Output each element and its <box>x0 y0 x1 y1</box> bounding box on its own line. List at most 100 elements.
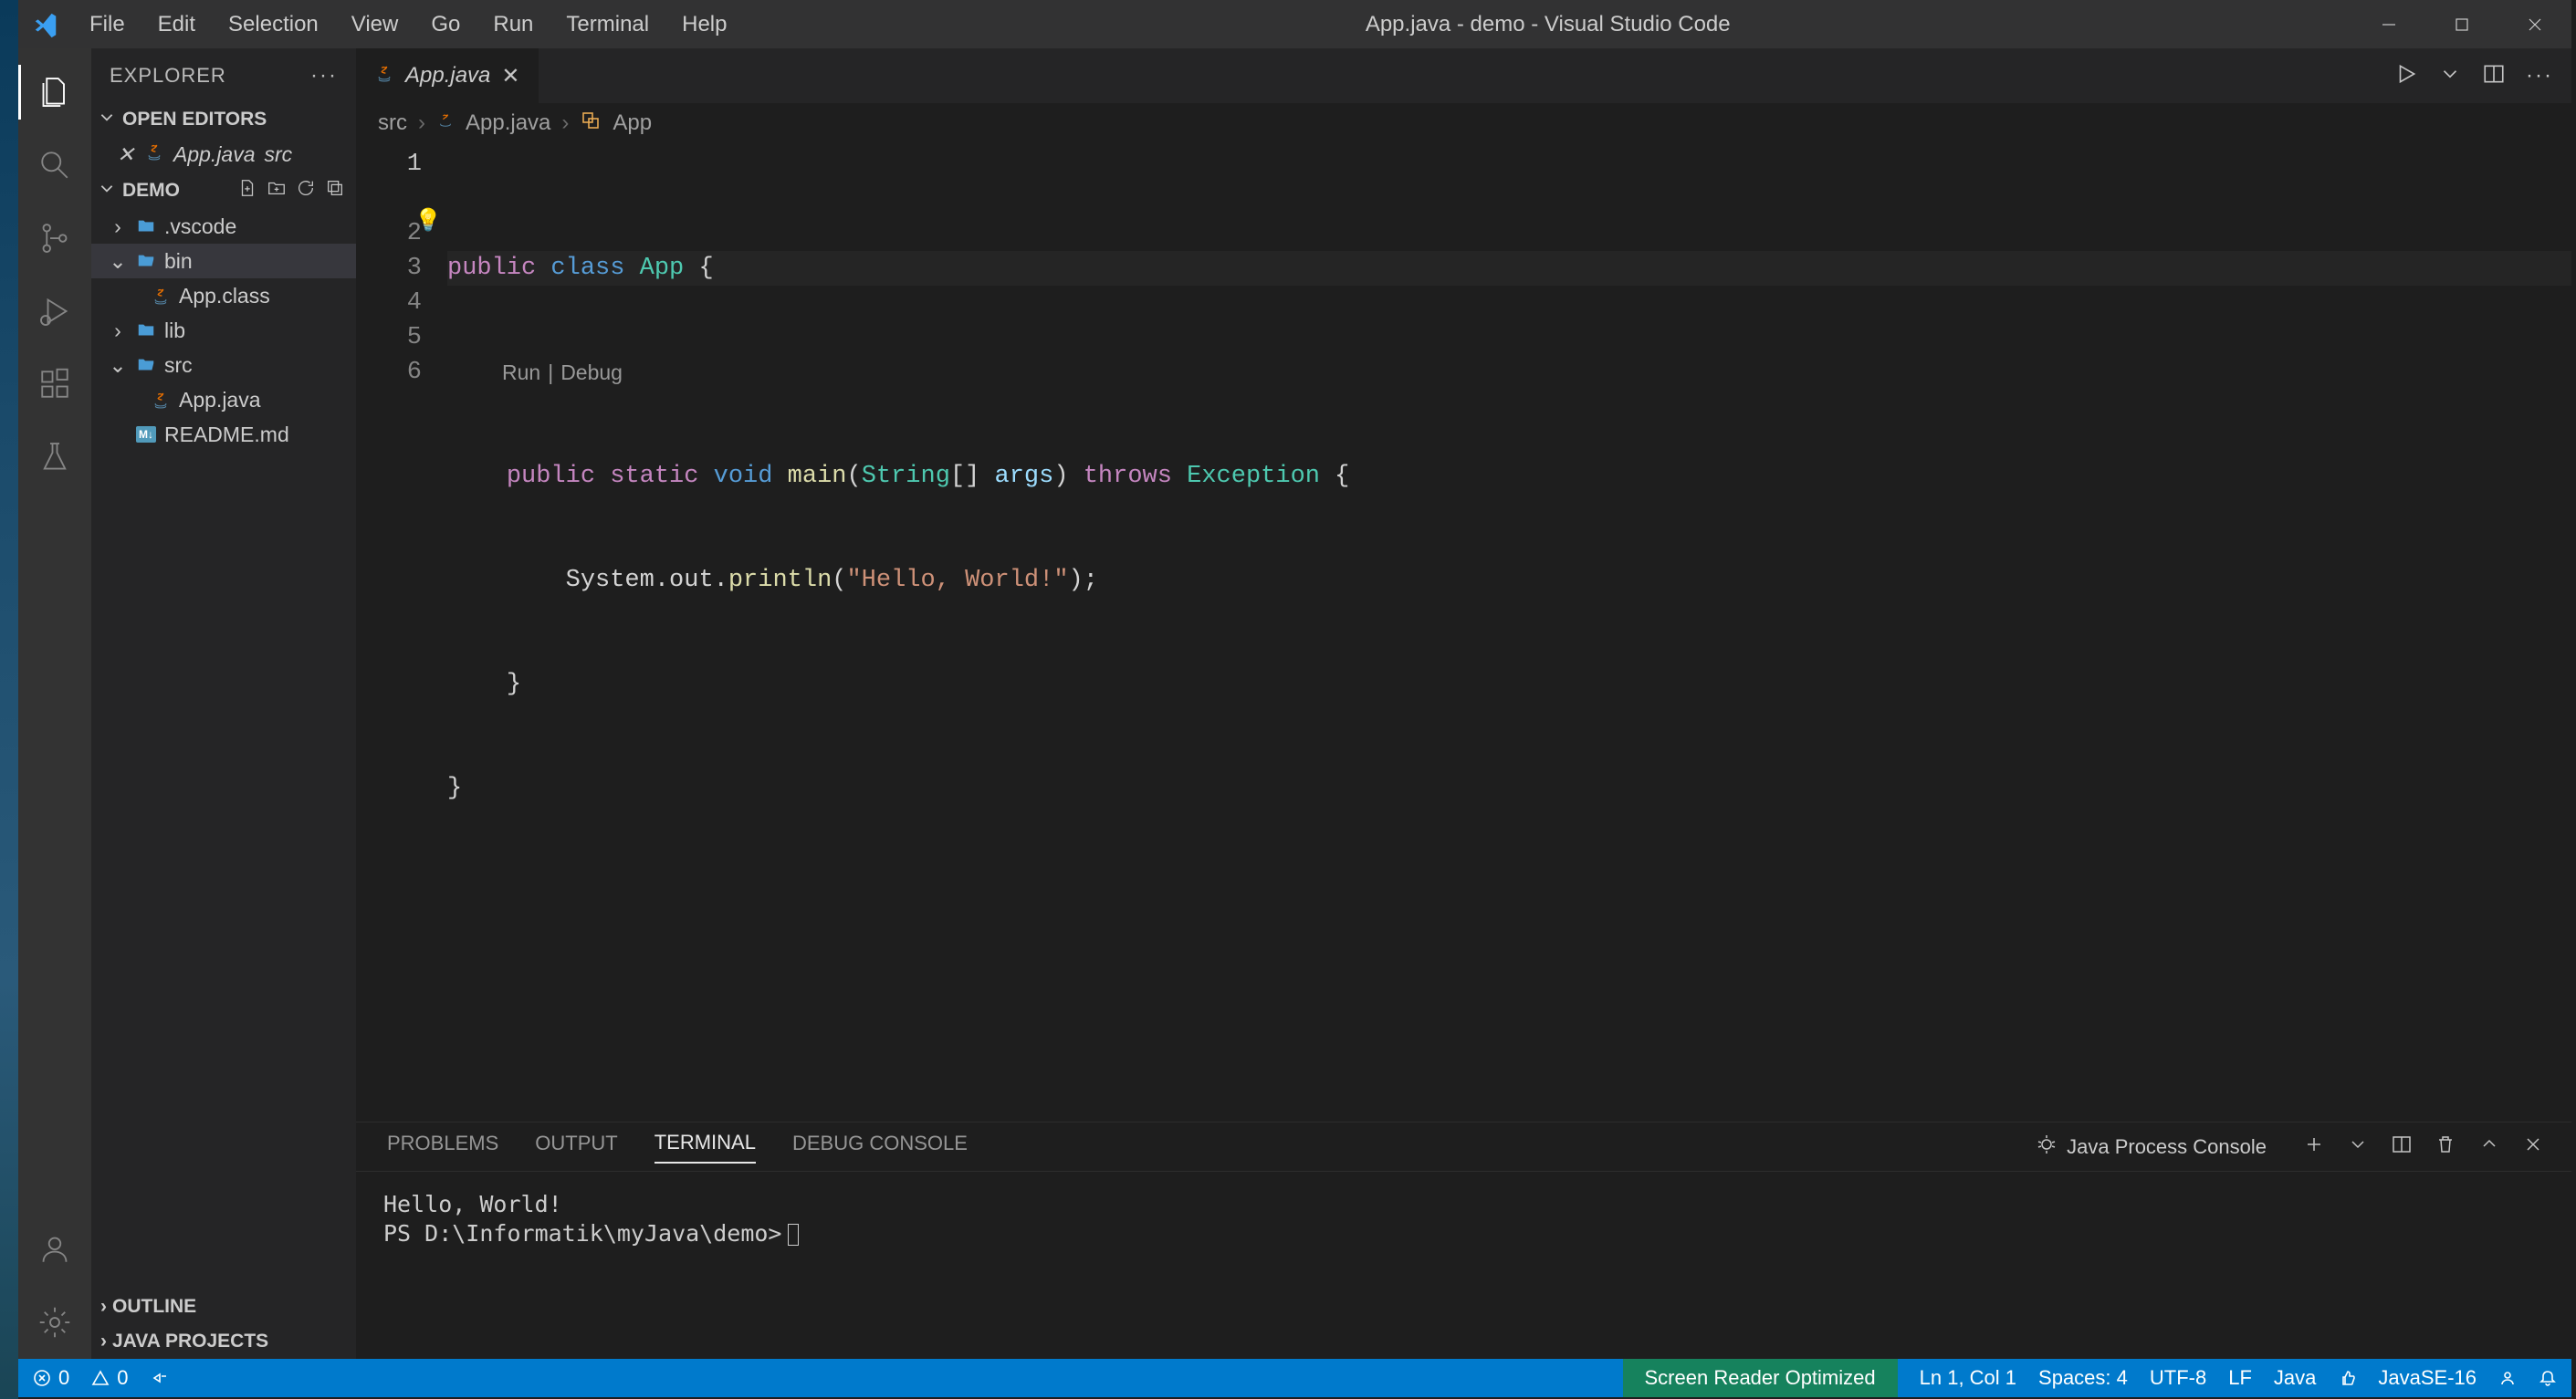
section-open-editors[interactable]: OPEN EDITORS <box>91 103 356 136</box>
maximize-button[interactable] <box>2425 0 2498 48</box>
status-errors[interactable]: 0 <box>33 1366 69 1390</box>
tree-item-label: src <box>164 353 193 378</box>
sidebar-title: EXPLORER <box>110 64 226 88</box>
extensions-icon <box>37 366 73 402</box>
section-open-editors-label: OPEN EDITORS <box>122 109 351 131</box>
new-file-icon[interactable] <box>237 178 257 204</box>
gear-icon <box>37 1304 73 1341</box>
chevron-down-icon <box>97 180 117 202</box>
activity-extensions[interactable] <box>18 348 91 421</box>
java-file-icon <box>150 286 172 306</box>
code-content[interactable]: 💡 public class App { Run|Debug public st… <box>447 143 2571 1122</box>
chevron-down-icon[interactable] <box>2438 62 2462 90</box>
section-java-projects[interactable]: › JAVA PROJECTS <box>91 1324 356 1359</box>
terminal-prompt: PS D:\Informatik\myJava\demo> <box>383 1220 782 1247</box>
menu-go[interactable]: Go <box>414 12 476 37</box>
maximize-panel-icon[interactable] <box>2478 1133 2500 1161</box>
status-ln-col[interactable]: Ln 1, Col 1 <box>1920 1366 2016 1390</box>
tree-folder-bin[interactable]: ⌄ bin <box>91 244 356 278</box>
folder-open-icon <box>135 355 157 375</box>
split-editor-icon[interactable] <box>2482 62 2506 90</box>
tree-item-label: lib <box>164 318 185 343</box>
new-terminal-icon[interactable] <box>2303 1133 2325 1161</box>
status-warnings[interactable]: 0 <box>91 1366 128 1390</box>
refresh-icon[interactable] <box>296 178 316 204</box>
activity-settings[interactable] <box>18 1286 91 1359</box>
vscode-window: File Edit Selection View Go Run Terminal… <box>18 0 2571 1397</box>
activity-source-control[interactable] <box>18 202 91 275</box>
code-editor[interactable]: 1 2 3 4 5 6 💡 public class App { Run|Deb… <box>356 143 2571 1122</box>
more-icon[interactable]: ··· <box>2526 63 2553 89</box>
status-notifications-icon[interactable] <box>2539 1369 2557 1387</box>
sidebar-more-icon[interactable]: ··· <box>310 63 338 89</box>
status-java-icon[interactable] <box>151 1369 169 1387</box>
codelens-debug[interactable]: Debug <box>560 355 623 390</box>
folder-icon <box>135 320 157 340</box>
menu-run[interactable]: Run <box>476 12 550 37</box>
breadcrumb[interactable]: src › App.java › App <box>356 103 2571 143</box>
breadcrumb-item[interactable]: src <box>378 110 407 136</box>
desktop-background <box>0 0 18 1399</box>
panel-tabs: PROBLEMS OUTPUT TERMINAL DEBUG CONSOLE J… <box>356 1122 2571 1172</box>
activity-accounts[interactable] <box>18 1213 91 1286</box>
trash-icon[interactable] <box>2435 1133 2456 1161</box>
section-outline[interactable]: › OUTLINE <box>91 1289 356 1324</box>
activity-search[interactable] <box>18 129 91 202</box>
status-jdk[interactable]: JavaSE-16 <box>2378 1366 2477 1390</box>
collapse-all-icon[interactable] <box>325 178 345 204</box>
chevron-right-icon: › <box>418 110 425 136</box>
section-java-projects-label: JAVA PROJECTS <box>112 1331 268 1352</box>
thumbs-up-icon <box>2338 1369 2356 1387</box>
tree-folder-lib[interactable]: › lib <box>91 313 356 348</box>
section-workspace[interactable]: DEMO <box>91 172 356 209</box>
menu-help[interactable]: Help <box>665 12 743 37</box>
status-language[interactable]: Java <box>2274 1366 2316 1390</box>
window-title: App.java - demo - Visual Studio Code <box>743 12 2352 37</box>
panel-tab-debug-console[interactable]: DEBUG CONSOLE <box>792 1132 968 1163</box>
breadcrumb-item[interactable]: App.java <box>466 110 550 136</box>
lightbulb-icon[interactable]: 💡 <box>414 205 442 240</box>
panel-tab-terminal[interactable]: TERMINAL <box>654 1131 756 1164</box>
close-icon[interactable]: ✕ <box>501 63 519 89</box>
menu-view[interactable]: View <box>335 12 415 37</box>
terminal-profile[interactable]: Java Process Console <box>2036 1133 2267 1161</box>
panel-tab-problems[interactable]: PROBLEMS <box>387 1132 498 1163</box>
menu-terminal[interactable]: Terminal <box>550 12 665 37</box>
run-file-icon[interactable] <box>2394 62 2418 90</box>
editor-tab[interactable]: App.java ✕ <box>356 48 539 103</box>
terminal-body[interactable]: Hello, World! PS D:\Informatik\myJava\de… <box>356 1172 2571 1359</box>
tree-file-readme[interactable]: M↓ README.md <box>91 417 356 452</box>
menu-file[interactable]: File <box>73 12 141 37</box>
split-terminal-icon[interactable] <box>2391 1133 2413 1161</box>
minimize-button[interactable] <box>2352 0 2425 48</box>
warning-icon <box>91 1369 110 1387</box>
tree-file-appjava[interactable]: App.java <box>91 382 356 417</box>
flask-icon <box>37 439 73 475</box>
status-live-share-icon[interactable] <box>2498 1369 2517 1387</box>
menu-selection[interactable]: Selection <box>212 12 335 37</box>
new-folder-icon[interactable] <box>267 178 287 204</box>
tree-folder-vscode[interactable]: › .vscode <box>91 209 356 244</box>
breadcrumb-item[interactable]: App <box>613 110 652 136</box>
editor-tab-label: App.java <box>405 63 490 89</box>
chevron-down-icon[interactable] <box>2347 1133 2369 1161</box>
close-panel-icon[interactable] <box>2522 1133 2544 1161</box>
menu-edit[interactable]: Edit <box>141 12 212 37</box>
folder-icon <box>135 216 157 236</box>
activity-explorer[interactable] <box>18 56 91 129</box>
status-screen-reader[interactable]: Screen Reader Optimized <box>1623 1359 1898 1397</box>
activity-run-debug[interactable] <box>18 275 91 348</box>
java-file-icon <box>374 63 394 89</box>
status-feedback-icon[interactable] <box>2338 1369 2356 1387</box>
tree-file-appclass[interactable]: App.class <box>91 278 356 313</box>
open-editor-item[interactable]: ✕ App.java src <box>91 136 356 172</box>
tree-folder-src[interactable]: ⌄ src <box>91 348 356 382</box>
codelens-run[interactable]: Run <box>502 355 540 390</box>
close-icon[interactable]: ✕ <box>117 142 135 167</box>
status-spaces[interactable]: Spaces: 4 <box>2038 1366 2128 1390</box>
activity-testing[interactable] <box>18 421 91 494</box>
panel-tab-output[interactable]: OUTPUT <box>535 1132 617 1163</box>
close-button[interactable] <box>2498 0 2571 48</box>
status-encoding[interactable]: UTF-8 <box>2150 1366 2206 1390</box>
status-eol[interactable]: LF <box>2228 1366 2252 1390</box>
